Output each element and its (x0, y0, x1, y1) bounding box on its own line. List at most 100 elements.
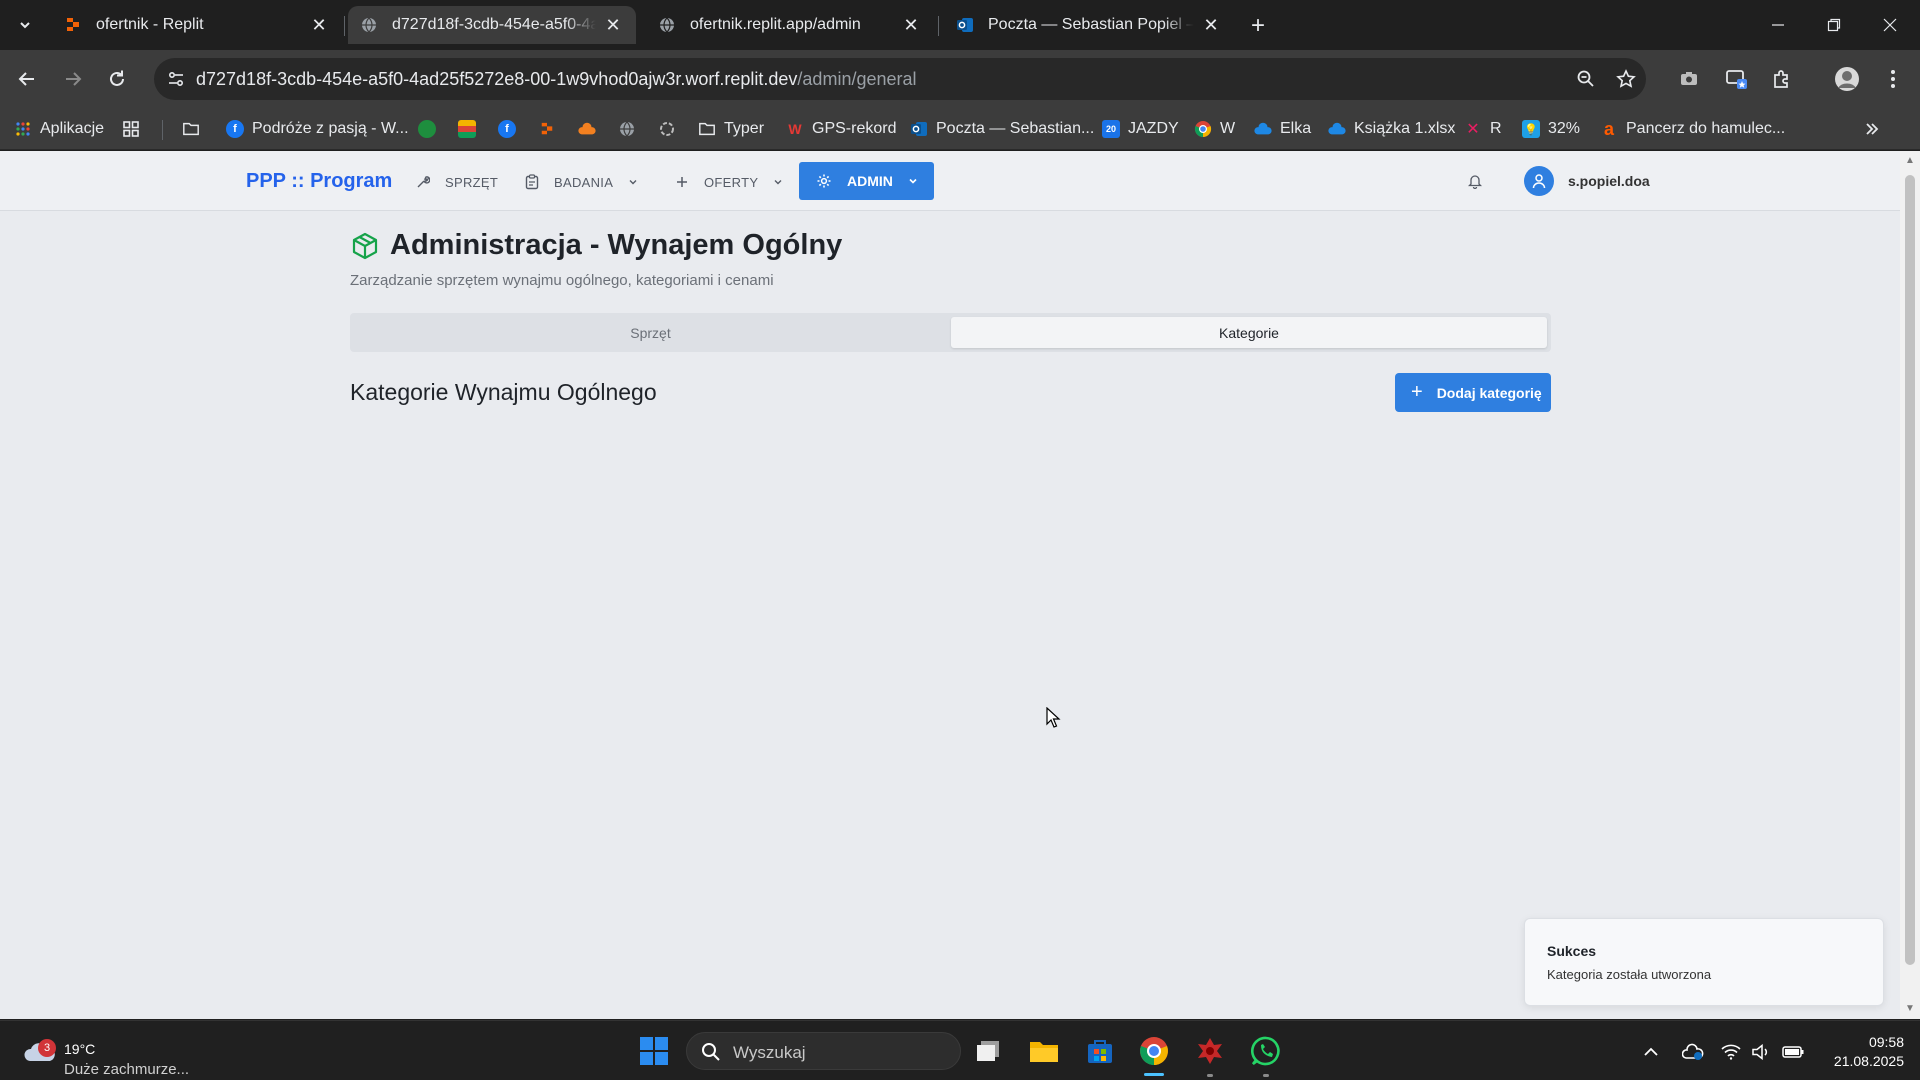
bookmark-star-icon[interactable] (1614, 67, 1638, 91)
bookmark-globe[interactable] (618, 116, 644, 142)
close-window-button[interactable] (1862, 0, 1918, 50)
browser-toolbar: d727d18f-3cdb-454e-a5f0-4ad25f5272e8-00-… (0, 50, 1920, 108)
tab-close-icon[interactable]: ✕ (900, 14, 922, 36)
grid-icon (122, 120, 140, 138)
browser-tab-outlook[interactable]: Poczta — Sebastian Popiel — Outlook ✕ (944, 6, 1234, 44)
facebook-icon: f (226, 120, 244, 138)
taskbar-app-red[interactable] (1192, 1033, 1228, 1069)
tray-onedrive[interactable] (1682, 1041, 1704, 1063)
bookmark-poczta[interactable]: Poczta — Sebastian... (910, 116, 1094, 142)
user-avatar[interactable] (1524, 166, 1554, 196)
add-category-label: Dodaj kategorię (1436, 384, 1542, 401)
chrome-menu-button[interactable] (1876, 62, 1910, 96)
browser-tab-replit[interactable]: ofertnik - Replit ✕ (52, 6, 342, 44)
bookmark-label: W (1220, 120, 1236, 137)
bookmark-elka[interactable]: Elka (1254, 116, 1311, 142)
app-brand[interactable]: PPP :: Program (246, 170, 392, 193)
bookmark-folder[interactable] (182, 116, 208, 142)
tab-close-icon[interactable]: ✕ (602, 14, 624, 36)
more-bookmarks-button[interactable] (1864, 116, 1880, 142)
nav-sprzet-label: SPRZĘT (445, 174, 499, 190)
reload-button[interactable] (100, 62, 134, 96)
url-host: d727d18f-3cdb-454e-a5f0-4ad25f5272e8-00-… (196, 69, 798, 89)
notifications-bell-icon[interactable] (1466, 172, 1484, 190)
scrollbar-thumb[interactable] (1905, 175, 1915, 965)
bookmarks-bar: Aplikacje f Podróże z pasją - W... f Typ… (0, 108, 1920, 150)
tab-divider (938, 16, 939, 36)
taskbar-chrome[interactable] (1136, 1033, 1172, 1069)
taskbar-task-view[interactable] (970, 1033, 1006, 1069)
tray-wifi[interactable] (1720, 1041, 1742, 1063)
taskbar-file-explorer[interactable] (1026, 1033, 1062, 1069)
bookmark-w[interactable]: W (1194, 116, 1235, 142)
nav-admin-button[interactable]: ADMIN (799, 162, 934, 200)
chevron-down-icon (20, 22, 30, 29)
add-category-button[interactable]: + Dodaj kategorię (1395, 373, 1551, 412)
back-button[interactable] (10, 62, 44, 96)
browser-tab-dev[interactable]: d727d18f-3cdb-454e-a5f0-4ad25f5272e8-00-… (348, 6, 636, 44)
wrench-icon (415, 174, 431, 190)
tab-search-button[interactable] (10, 10, 40, 40)
bookmark-divider (162, 120, 163, 140)
success-toast[interactable]: Sukces Kategoria została utworzona (1524, 918, 1884, 1006)
restore-button[interactable] (1806, 0, 1862, 50)
cast-extension-button[interactable] (1720, 62, 1754, 96)
bookmark-typer[interactable]: Typer (698, 116, 764, 142)
weather-temperature: 19°C (64, 1041, 96, 1057)
bookmark-gps-rekord[interactable]: W GPS-rekord (786, 116, 896, 142)
page-subtitle: Zarządzanie sprzętem wynajmu ogólnego, k… (350, 272, 774, 289)
tab-sprzet[interactable]: Sprzęt (354, 317, 947, 348)
address-bar[interactable]: d727d18f-3cdb-454e-a5f0-4ad25f5272e8-00-… (154, 58, 1646, 100)
bookmark-r[interactable]: ✕ R (1464, 116, 1501, 142)
tray-overflow-button[interactable] (1640, 1041, 1662, 1063)
forward-button[interactable] (56, 62, 90, 96)
tab-title: Poczta — Sebastian Popiel — Outlook (988, 16, 1194, 33)
bookmark-ksiazka[interactable]: Książka 1.xlsx (1328, 116, 1455, 142)
tray-volume[interactable] (1750, 1041, 1772, 1063)
nav-sprzet[interactable]: SPRZĘT (415, 171, 498, 193)
username[interactable]: s.popiel.doa (1568, 173, 1650, 189)
tab-close-icon[interactable]: ✕ (1200, 14, 1222, 36)
start-button[interactable] (636, 1033, 672, 1069)
extensions-button[interactable] (1764, 62, 1798, 96)
restore-icon (1827, 18, 1841, 32)
bookmark-jazdy[interactable]: 20 JAZDY (1102, 116, 1179, 142)
browser-tab-ofertnik-admin[interactable]: ofertnik.replit.app/admin ✕ (646, 6, 934, 44)
outlook-icon (956, 16, 974, 34)
bookmark-32[interactable]: 💡 32% (1522, 116, 1580, 142)
weather-widget[interactable]: 3 19°C Duże zachmurze... (20, 1031, 200, 1078)
tab-kategorie[interactable]: Kategorie (951, 317, 1547, 348)
bookmark-grid[interactable] (122, 116, 148, 142)
new-tab-button[interactable]: + (1244, 12, 1272, 40)
nav-oferty[interactable]: OFERTY (674, 171, 784, 193)
zoom-icon[interactable] (1574, 67, 1598, 91)
page-scrollbar[interactable]: ▲ ▼ (1900, 151, 1920, 1019)
url-text: d727d18f-3cdb-454e-a5f0-4ad25f5272e8-00-… (196, 69, 917, 90)
bookmark-aplikacje[interactable]: Aplikacje (14, 116, 104, 142)
screenshot-extension-button[interactable] (1672, 62, 1706, 96)
scroll-up-icon[interactable]: ▲ (1904, 155, 1916, 167)
bookmark-cloud[interactable] (578, 116, 604, 142)
taskbar-store[interactable] (1082, 1033, 1118, 1069)
onedrive-icon (1328, 120, 1346, 138)
bookmark-openai[interactable] (658, 116, 684, 142)
tab-close-icon[interactable]: ✕ (308, 14, 330, 36)
bookmark-pancerz[interactable]: a Pancerz do hamulec... (1600, 116, 1785, 142)
taskbar-search[interactable]: Wyszukaj (686, 1032, 961, 1070)
minimize-button[interactable] (1750, 0, 1806, 50)
app-navbar: PPP :: Program SPRZĘT BADANIA OFERTY ADM… (0, 151, 1900, 211)
scroll-down-icon[interactable]: ▼ (1904, 1003, 1916, 1015)
profile-button[interactable] (1830, 62, 1864, 96)
site-settings-icon[interactable] (164, 67, 188, 91)
bookmark-label: Poczta — Sebastian... (936, 120, 1095, 137)
taskbar-whatsapp[interactable] (1248, 1033, 1284, 1069)
nav-badania-label: BADANIA (554, 174, 614, 190)
nav-badania[interactable]: BADANIA (524, 171, 639, 193)
bookmark-replit[interactable] (538, 116, 564, 142)
bookmark-facebook[interactable]: f (498, 116, 524, 142)
bookmark-podroze[interactable]: f Podróże z pasją - W... (226, 116, 409, 142)
system-clock[interactable]: 09:58 21.08.2025 (1812, 1033, 1904, 1071)
bookmark-briefcase[interactable] (458, 116, 484, 142)
bookmark-green[interactable] (418, 116, 444, 142)
tray-battery[interactable] (1782, 1041, 1804, 1063)
